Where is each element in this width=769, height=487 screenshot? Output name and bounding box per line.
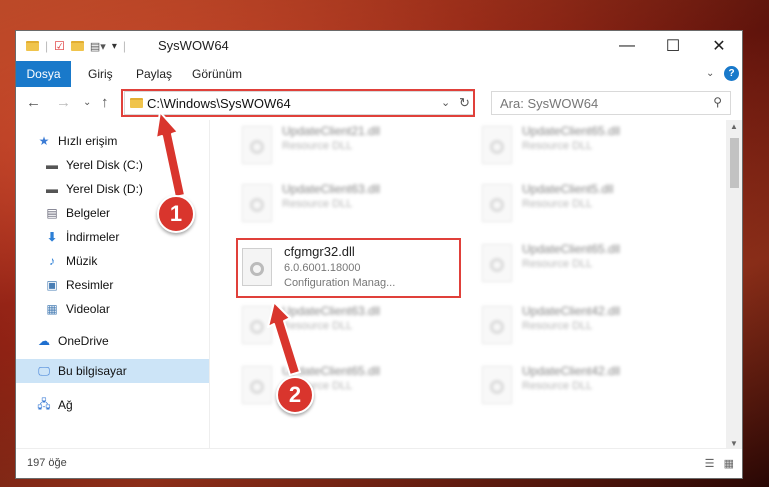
file-item[interactable]: UpdateClient42.dll Resource DLL [476, 300, 696, 350]
file-description: Configuration Manag... [284, 277, 396, 289]
file-item[interactable]: UpdateClient21.dll Resource DLL [236, 120, 456, 170]
forward-icon[interactable]: → [56, 94, 71, 111]
drive-icon: ▬ [46, 158, 58, 172]
star-icon: ★ [38, 134, 50, 148]
sidebar-item-quick-access[interactable]: ★ Hızlı erişim [16, 129, 229, 153]
network-icon: 🖧 [37, 396, 51, 411]
download-icon: ⬇ [46, 230, 58, 244]
dll-file-icon [482, 244, 512, 282]
up-icon[interactable]: ↑ [101, 94, 109, 111]
dll-file-icon [482, 184, 512, 222]
quick-access-toolbar: | ☑ ▤▾ ▾ | [26, 38, 126, 54]
item-count: 197 öğe [27, 457, 67, 469]
file-item[interactable]: UpdateClient65.dll Resource DLL [236, 360, 456, 410]
close-button[interactable]: ✕ [696, 31, 742, 61]
dll-file-icon [242, 184, 272, 222]
details-view-icon[interactable]: ☰ [705, 458, 715, 470]
help-icon[interactable]: ? [724, 66, 739, 81]
computer-icon: 🖵 [38, 363, 50, 378]
dll-file-icon [482, 366, 512, 404]
vertical-scrollbar[interactable]: ▲ ▼ [726, 120, 742, 450]
file-name: cfgmgr32.dll [284, 244, 355, 259]
minimize-button[interactable]: — [604, 31, 650, 61]
file-item[interactable]: UpdateClient63.dll Resource DLL [236, 300, 456, 350]
title-bar: | ☑ ▤▾ ▾ | SysWOW64 — ☐ ✕ [16, 31, 742, 61]
file-version: 6.0.6001.18000 [284, 262, 361, 274]
ribbon-expand-icon[interactable]: ⌄ [706, 61, 714, 87]
dll-file-icon [482, 126, 512, 164]
file-item-cfgmgr32[interactable]: cfgmgr32.dll 6.0.6001.18000 Configuratio… [236, 238, 461, 298]
file-item[interactable]: UpdateClient5.dll Resource DLL [476, 178, 696, 228]
file-item[interactable]: UpdateClient65.dll Resource DLL [476, 238, 696, 288]
large-icons-view-icon[interactable]: ▦ [724, 458, 734, 470]
recent-locations-icon[interactable]: ⌄ [83, 97, 91, 108]
ribbon: Dosya Giriş Paylaş Görünüm ⌄ ? [16, 61, 742, 111]
step-badge-1: 1 [157, 195, 195, 233]
scroll-thumb[interactable] [730, 138, 739, 188]
sidebar-item-downloads[interactable]: ⬇ İndirmeler 📌 [16, 225, 237, 249]
sidebar-item-pictures[interactable]: ▣ Resimler 📌 [16, 273, 237, 297]
video-icon: ▦ [46, 302, 58, 316]
search-placeholder: Ara: SysWOW64 [500, 96, 599, 111]
scroll-down-icon[interactable]: ▼ [730, 439, 738, 448]
documents-icon: ▤ [46, 206, 58, 220]
file-item[interactable]: UpdateClient63.dll Resource DLL [236, 178, 456, 228]
cloud-icon: ☁ [38, 334, 50, 348]
drive-icon: ▬ [46, 182, 58, 196]
toolbar-divider: | [122, 39, 126, 53]
search-input[interactable]: Ara: SysWOW64 ⚲ [491, 91, 731, 115]
back-icon[interactable]: ← [26, 94, 41, 111]
sidebar-item-this-pc[interactable]: 🖵 Bu bilgisayar [16, 359, 229, 383]
file-item[interactable]: UpdateClient42.dll Resource DLL [476, 360, 696, 410]
search-icon[interactable]: ⚲ [713, 95, 722, 109]
sidebar-item-disk-d[interactable]: ▬ Yerel Disk (D:) 📌 [16, 177, 237, 201]
window-title: SysWOW64 [158, 38, 229, 53]
sidebar-item-network[interactable]: 🖧 Ağ [16, 393, 229, 417]
dll-file-icon [482, 306, 512, 344]
sidebar-item-videos[interactable]: ▦ Videolar 📌 [16, 297, 237, 321]
music-icon: ♪ [49, 254, 55, 268]
tab-view[interactable]: Görünüm [192, 61, 242, 87]
dll-file-icon [242, 126, 272, 164]
address-highlight-box [121, 89, 475, 117]
navigation-pane: ★ Hızlı erişim ▬ Yerel Disk (C:) 📌 ▬ Yer… [16, 120, 231, 450]
pictures-icon: ▣ [46, 278, 58, 292]
sidebar-item-music[interactable]: ♪ Müzik 📌 [16, 249, 237, 273]
folder-icon [26, 41, 39, 51]
chevron-down-icon[interactable]: ▾ [112, 41, 117, 52]
sidebar-item-onedrive[interactable]: ☁ OneDrive [16, 329, 229, 353]
step-badge-2: 2 [276, 376, 314, 414]
dll-file-icon [242, 306, 272, 344]
tab-home[interactable]: Giriş [88, 61, 113, 87]
customize-toolbar-icon[interactable]: ▤▾ [90, 40, 106, 53]
view-toggle: ☰ ▦ [705, 457, 734, 470]
sidebar-item-disk-c[interactable]: ▬ Yerel Disk (C:) 📌 [16, 153, 237, 177]
tab-share[interactable]: Paylaş [136, 61, 172, 87]
status-bar: 197 öğe ☰ ▦ [16, 448, 742, 478]
dll-file-icon [242, 248, 272, 286]
dll-file-icon [242, 366, 272, 404]
maximize-button[interactable]: ☐ [650, 31, 696, 61]
properties-icon[interactable]: ☑ [54, 39, 65, 53]
toolbar-divider: | [45, 39, 49, 53]
new-folder-icon[interactable] [70, 41, 84, 51]
scroll-up-icon[interactable]: ▲ [730, 122, 738, 131]
sidebar-item-documents[interactable]: ▤ Belgeler 📌 [16, 201, 237, 225]
file-item[interactable]: UpdateClient65.dll Resource DLL [476, 120, 696, 170]
